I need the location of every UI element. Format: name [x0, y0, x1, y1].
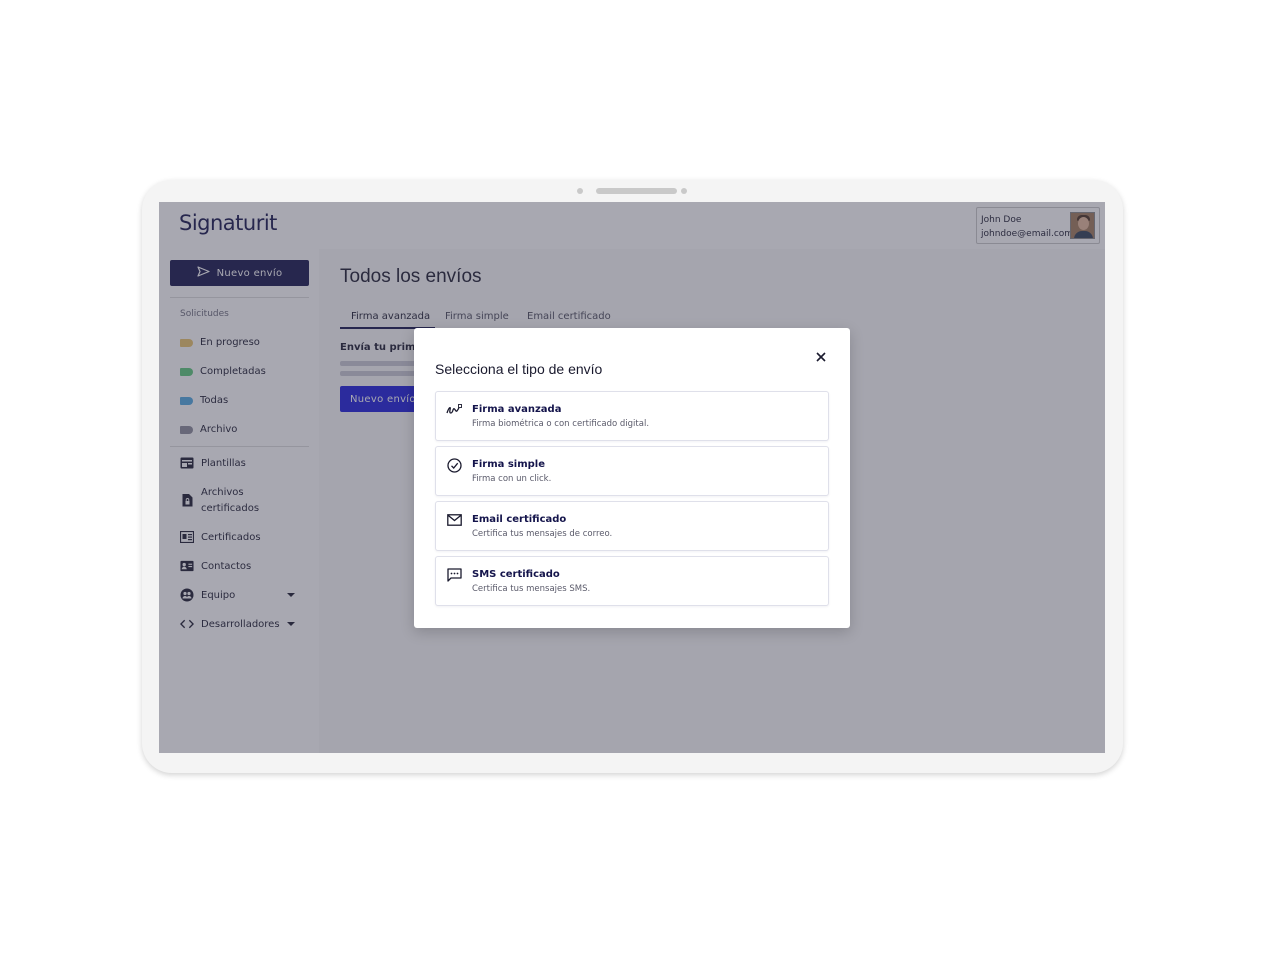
modal-title: Selecciona el tipo de envío — [435, 361, 603, 377]
option-title: Email certificado — [472, 514, 567, 525]
option-title: SMS certificado — [472, 569, 560, 580]
option-description: Firma con un click. — [472, 474, 552, 484]
signature-icon — [446, 402, 462, 418]
send-type-modal: Selecciona el tipo de envío Firma avanza… — [414, 328, 850, 628]
camera-dot — [577, 188, 583, 194]
option-title: Firma avanzada — [472, 404, 562, 415]
option-description: Certifica tus mensajes de correo. — [472, 529, 613, 539]
option-title: Firma simple — [472, 459, 546, 470]
envelope-icon — [446, 512, 462, 528]
option-certified-email[interactable]: Email certificado Certifica tus mensajes… — [435, 501, 829, 551]
option-certified-sms[interactable]: SMS certificado Certifica tus mensajes S… — [435, 556, 829, 606]
check-circle-icon — [446, 457, 462, 473]
speaker-bar — [596, 188, 677, 194]
chat-icon — [446, 567, 462, 583]
sensor-dot — [681, 188, 687, 194]
option-description: Certifica tus mensajes SMS. — [472, 584, 591, 594]
close-icon — [816, 352, 826, 362]
close-button[interactable] — [812, 348, 830, 366]
option-advanced-signature[interactable]: Firma avanzada Firma biométrica o con ce… — [435, 391, 829, 441]
option-description: Firma biométrica o con certificado digit… — [472, 419, 650, 429]
tablet-notch — [142, 188, 1123, 194]
option-simple-signature[interactable]: Firma simple Firma con un click. — [435, 446, 829, 496]
